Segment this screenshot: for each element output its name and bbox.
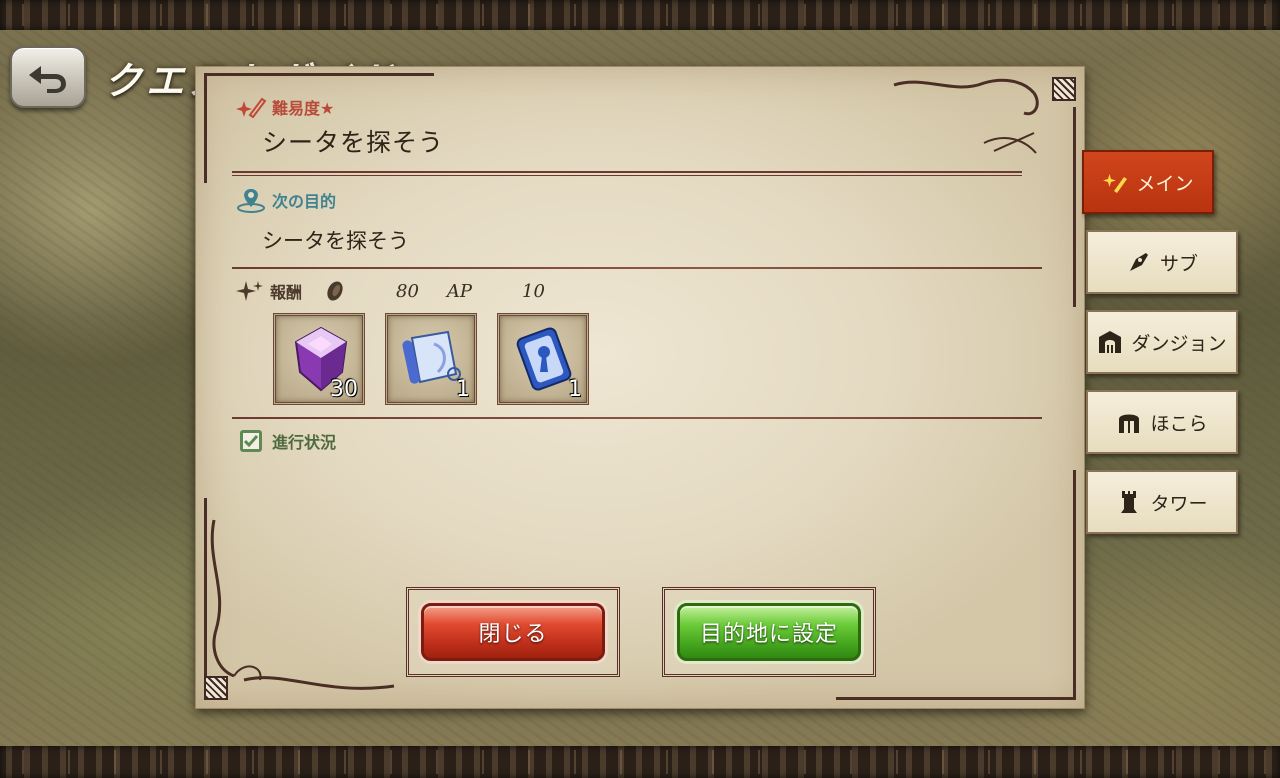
reward-ap-value: 10 xyxy=(522,280,545,302)
top-ornate-border xyxy=(0,0,1280,30)
frame-top-left xyxy=(204,73,434,76)
item-count: 30 xyxy=(330,377,358,402)
pen-nib-icon xyxy=(1129,253,1148,271)
tower-icon xyxy=(1121,491,1138,513)
progress-label: 進行状況 xyxy=(240,429,336,453)
quest-title: シータを探そう xyxy=(262,128,445,157)
check-icon xyxy=(244,435,258,447)
frame-right-bottom xyxy=(1073,470,1076,700)
tab-main-label: メイン xyxy=(1136,172,1194,195)
item-count: 1 xyxy=(568,377,582,402)
progress-checkbox xyxy=(240,430,262,452)
tab-shrine-label: ほこら xyxy=(1150,412,1208,435)
objective-label-text: 次の目的 xyxy=(272,192,337,211)
map-pin-icon xyxy=(237,189,265,213)
bottom-ornate-border xyxy=(0,746,1280,778)
reward-coin-value: 80 xyxy=(396,280,419,302)
gate-icon xyxy=(1099,331,1122,353)
shrine-icon xyxy=(1119,414,1140,433)
tab-dungeon[interactable]: ダンジョン xyxy=(1086,310,1238,374)
difficulty-label: 難易度★ xyxy=(236,95,334,119)
coin-icon xyxy=(327,281,343,301)
item-count: 1 xyxy=(456,377,470,402)
back-arrow-icon xyxy=(29,66,66,93)
reward-label: 報酬 xyxy=(270,283,303,302)
reward-row: 報酬 80 AP 10 xyxy=(236,277,596,305)
swirl-ornament-top-right xyxy=(893,78,1039,154)
corner-ornament-top-right xyxy=(1052,77,1076,101)
swirl-ornament-bottom-left xyxy=(210,519,395,690)
back-button[interactable] xyxy=(10,46,86,108)
frame-right-top xyxy=(1073,107,1076,307)
difficulty-text: 難易度★ xyxy=(272,99,335,118)
close-button-frame: 閉じる xyxy=(406,587,620,677)
reward-item-slot[interactable]: 1 xyxy=(385,313,477,405)
reward-divider xyxy=(232,417,1042,419)
tab-tower-label: タワー xyxy=(1150,492,1208,515)
tab-tower[interactable]: タワー xyxy=(1086,470,1238,534)
objective-label: 次の目的 xyxy=(236,187,336,213)
sparkle-icon xyxy=(236,281,263,301)
title-divider xyxy=(232,171,1022,176)
tab-sub-label: サブ xyxy=(1159,252,1198,275)
reward-ap-label: AP xyxy=(446,280,473,302)
sparkle-pen-icon xyxy=(1103,174,1128,193)
objective-text: シータを探そう xyxy=(262,229,409,253)
tab-main[interactable]: メイン xyxy=(1082,150,1214,214)
close-button[interactable]: 閉じる xyxy=(421,603,605,661)
tab-shrine[interactable]: ほこら xyxy=(1086,390,1238,454)
set-destination-button-frame: 目的地に設定 xyxy=(662,587,876,677)
progress-label-text: 進行状況 xyxy=(272,433,337,452)
reward-item-slot[interactable]: 30 xyxy=(273,313,365,405)
frame-bottom-right xyxy=(836,697,1076,700)
objective-divider xyxy=(232,267,1042,269)
tab-dungeon-label: ダンジョン xyxy=(1131,332,1227,355)
quest-detail-panel: 難易度★ シータを探そう 次の目的 シータを探そう 報酬 80 AP 10 30… xyxy=(195,66,1085,709)
sparkle-pen-icon xyxy=(236,97,266,119)
frame-left-top xyxy=(204,73,207,183)
set-destination-button[interactable]: 目的地に設定 xyxy=(677,603,861,661)
reward-item-slot[interactable]: 1 xyxy=(497,313,589,405)
tab-sub[interactable]: サブ xyxy=(1086,230,1238,294)
